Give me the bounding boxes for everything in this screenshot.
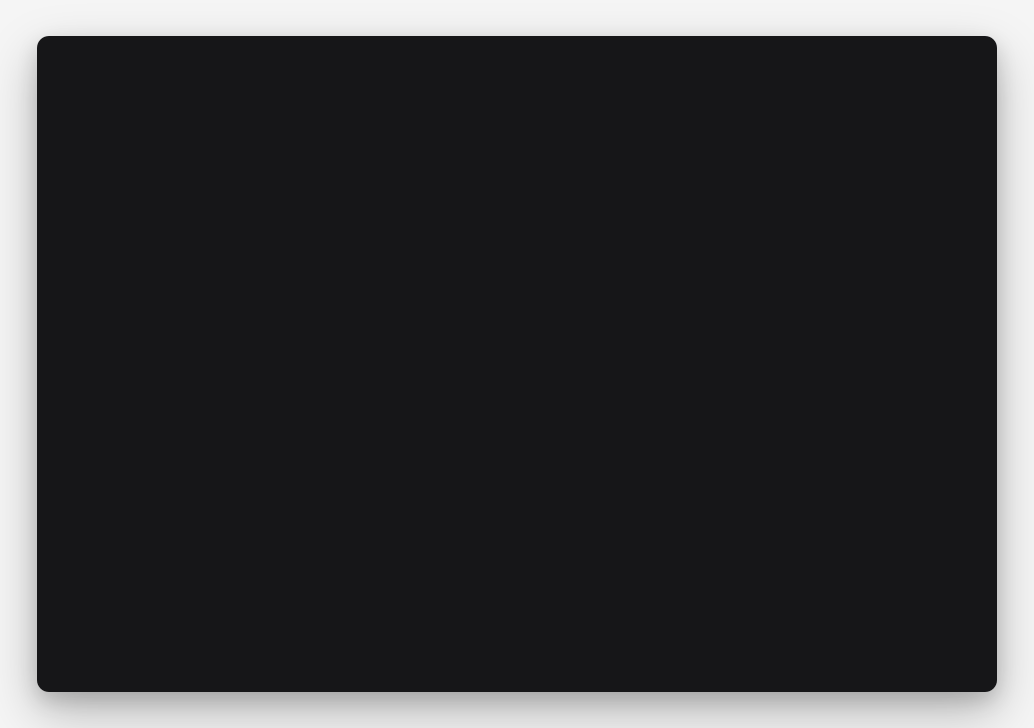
dark-panel — [37, 36, 997, 692]
